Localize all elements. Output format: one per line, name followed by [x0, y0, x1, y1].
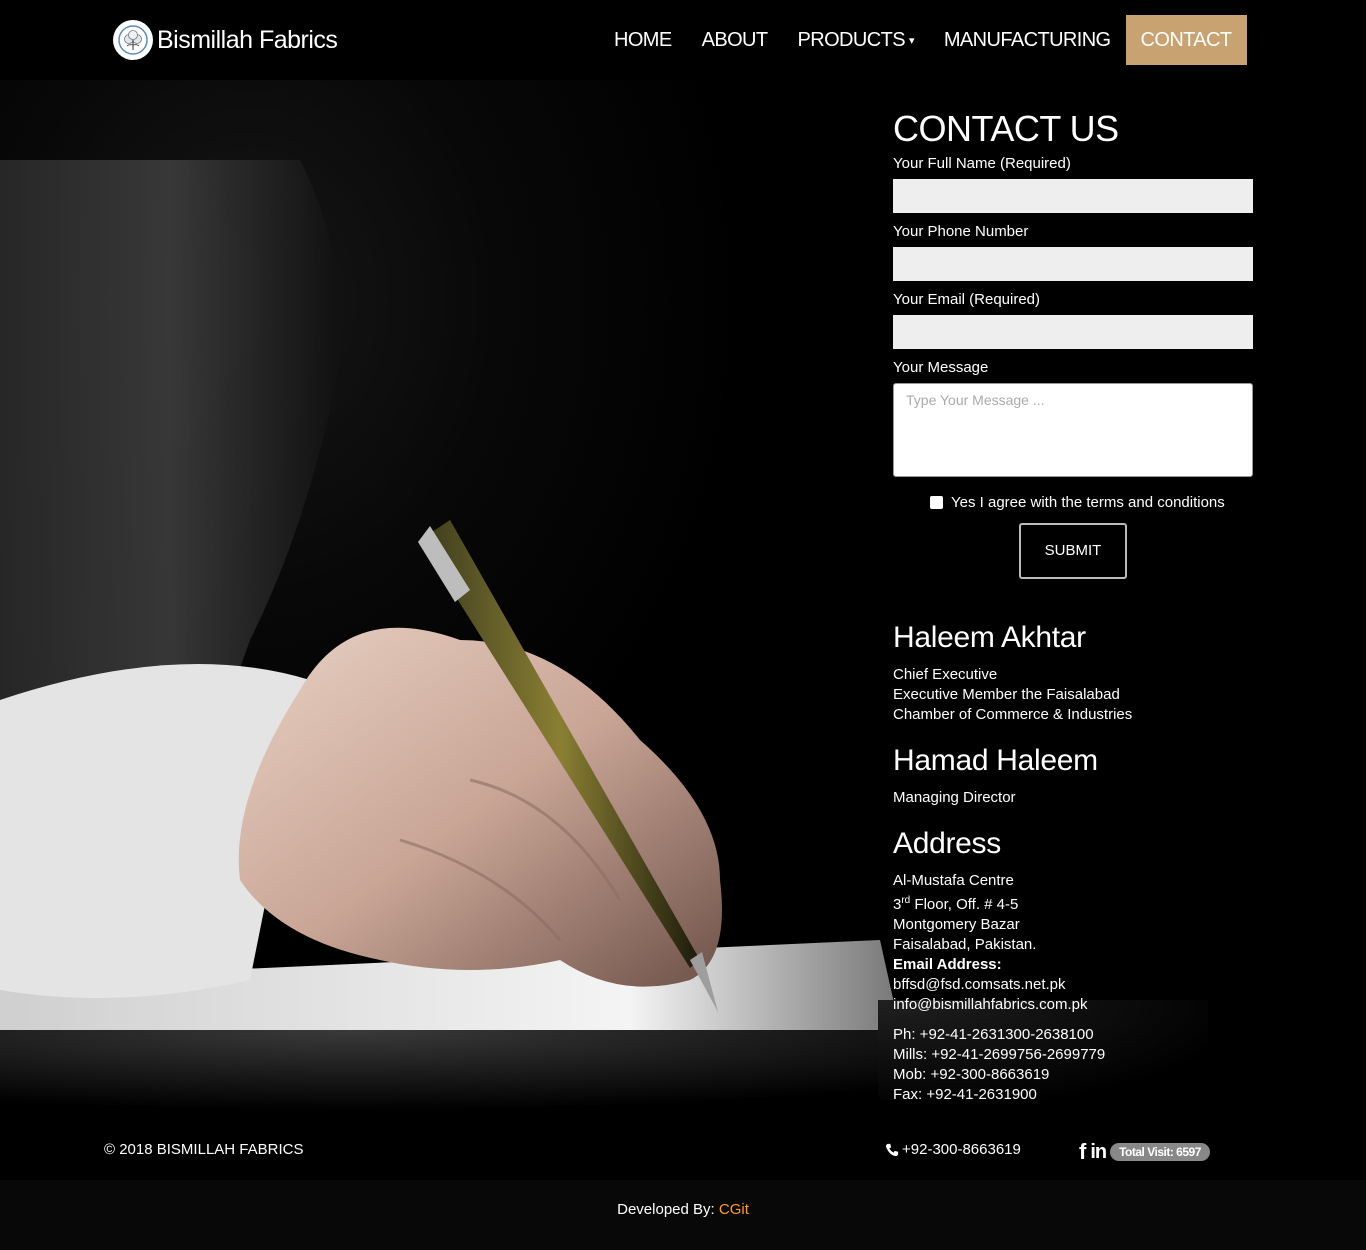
phone-label: Your Phone Number [893, 223, 1029, 240]
floor-rest: Floor, Off. # 4-5 [910, 896, 1019, 913]
chevron-down-icon: ▾ [908, 34, 915, 47]
brand-name: Bismillah Fabrics [157, 25, 338, 54]
phone-icon [885, 1143, 899, 1156]
credits-bar: Developed By: CGit [0, 1180, 1366, 1250]
nav-about[interactable]: ABOUT [687, 15, 783, 65]
copyright: © 2018 BISMILLAH FABRICS [104, 1141, 304, 1158]
credits-prefix: Developed By: [617, 1201, 719, 1218]
terms-label: Yes I agree with the terms and condition… [951, 494, 1225, 511]
brand-link[interactable]: Bismillah Fabrics [113, 20, 338, 60]
person-hamad-haleem: Hamad Haleem Managing Director [893, 743, 1253, 808]
nav-home[interactable]: HOME [599, 15, 687, 65]
person-name: Haleem Akhtar [893, 621, 1086, 654]
person-role: Chief Executive [893, 666, 998, 683]
address-block: Address Al-Mustafa Centre 3rd Floor, Off… [893, 826, 1253, 1105]
address-line: Montgomery Bazar [893, 916, 1020, 933]
phone-line: Fax: +92-41-2631900 [893, 1086, 1037, 1103]
address-line: Al-Mustafa Centre [893, 872, 1014, 889]
footer: © 2018 BISMILLAH FABRICS +92-300-8663619… [0, 1120, 1366, 1180]
facebook-icon[interactable]: f [1079, 1139, 1086, 1165]
phone-field[interactable] [893, 247, 1253, 281]
email-field[interactable] [893, 315, 1253, 349]
footer-phone[interactable]: +92-300-8663619 [885, 1141, 1021, 1158]
person-haleem-akhtar: Haleem Akhtar Chief Executive Executive … [893, 620, 1253, 725]
nav-manufacturing[interactable]: MANUFACTURING [929, 15, 1126, 65]
phone-line: Ph: +92-41-2631300-2638100 [893, 1026, 1094, 1043]
name-label: Your Full Name (Required) [893, 155, 1071, 172]
person-role: Chamber of Commerce & Industries [893, 706, 1133, 723]
name-field[interactable] [893, 179, 1253, 213]
phone-line: Mob: +92-300-8663619 [893, 1066, 1050, 1083]
floor-suffix: rd [901, 895, 911, 906]
person-name: Hamad Haleem [893, 744, 1098, 777]
person-role: Managing Director [893, 789, 1016, 806]
page-title: CONTACT US [893, 108, 1119, 149]
top-navbar: Bismillah Fabrics HOME ABOUT PRODUCTS ▾ M… [0, 0, 1366, 80]
visit-counter-badge: Total Visit: 6597 [1110, 1143, 1210, 1161]
terms-agreement: Yes I agree with the terms and condition… [930, 494, 1253, 511]
nav-products-label: PRODUCTS [797, 29, 906, 51]
address-line: 3rd Floor, Off. # 4-5 [893, 891, 1253, 915]
nav-contact[interactable]: CONTACT [1125, 15, 1247, 65]
linkedin-icon[interactable]: in [1090, 1141, 1107, 1164]
social-links: f in Total Visit: 6597 [1079, 1139, 1210, 1165]
phone-line: Mills: +92-41-2699756-2699779 [893, 1046, 1106, 1063]
contact-form: CONTACT US Your Full Name (Required) You… [893, 106, 1253, 579]
address-line: Faisalabad, Pakistan. [893, 936, 1037, 953]
address-title: Address [893, 827, 1001, 860]
terms-checkbox[interactable] [930, 496, 943, 509]
message-label: Your Message [893, 359, 989, 376]
footer-phone-number: +92-300-8663619 [902, 1141, 1021, 1158]
email-link[interactable]: info@bismillahfabrics.com.pk [893, 995, 1253, 1015]
cotton-flower-icon [113, 20, 153, 60]
nav-products[interactable]: PRODUCTS ▾ [783, 15, 929, 65]
message-textarea[interactable]: Type Your Message ... [893, 383, 1253, 477]
developer-link[interactable]: CGit [719, 1201, 749, 1218]
person-role: Executive Member the Faisalabad [893, 686, 1120, 703]
email-label: Your Email (Required) [893, 291, 1041, 308]
main-nav: HOME ABOUT PRODUCTS ▾ MANUFACTURING CONTA… [599, 15, 1247, 65]
email-heading: Email Address: [893, 956, 1002, 973]
submit-button[interactable]: SUBMIT [1019, 523, 1127, 579]
email-link[interactable]: bffsd@fsd.comsats.net.pk [893, 975, 1253, 995]
